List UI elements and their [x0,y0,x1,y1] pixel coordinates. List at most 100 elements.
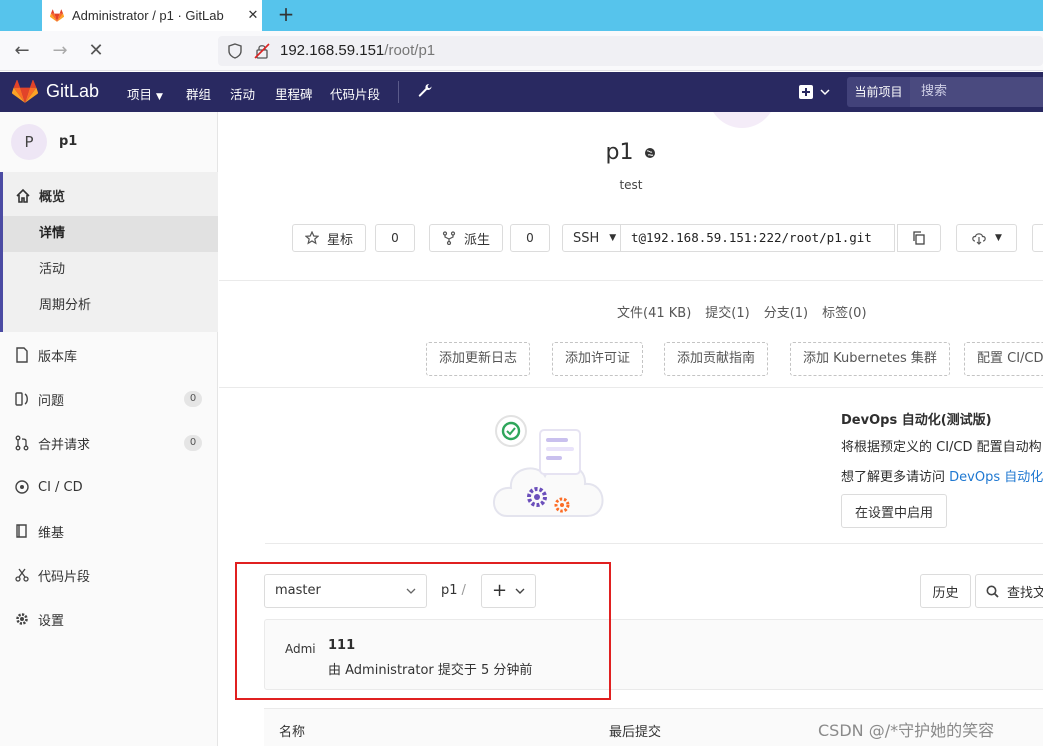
project-sidebar: P p1 概览 详情 活动 周期分析 版本库 问题 0 合并请求 0 CI / … [0,112,218,746]
shield-icon[interactable] [227,43,243,59]
project-name[interactable]: p1 [59,134,77,149]
sidebar-item-label: 维基 [38,525,65,541]
column-header-last-commit: 最后提交 [609,725,662,740]
gitlab-logo-icon[interactable] [12,80,38,104]
fork-count[interactable]: 0 [510,224,550,252]
caret-down-icon: ▼ [609,233,617,243]
chevron-down-icon: ▼ [156,92,163,102]
sidebar-item-settings[interactable]: 设置 [0,597,218,641]
sidebar-item-cycle-analytics[interactable]: 周期分析 [3,288,218,324]
gitlab-favicon-icon [50,8,64,22]
nav-groups[interactable]: 群组 [186,84,211,103]
home-icon [16,188,30,203]
tags-stat-link[interactable]: 标签(0) [822,306,866,321]
search-scope-badge[interactable]: 当前项目 [847,77,910,107]
devops-learn-more-text: 想了解更多请访问 [841,470,950,485]
browser-tab[interactable]: Administrator / p1 · GitLab ✕ [42,0,262,31]
nav-activity[interactable]: 活动 [230,84,255,103]
page-title: p1 [219,140,1043,165]
nav-milestones[interactable]: 里程碑 [275,84,313,103]
browser-nav-bar: ← → ✕ 192.168.59.151/root/p1 [0,31,1043,71]
fork-button[interactable]: 派生 [429,224,503,252]
cloud-download-icon [972,233,986,245]
star-button[interactable]: 星标 [292,224,366,252]
sidebar-item-activity[interactable]: 活动 [3,252,218,288]
gitlab-brand[interactable]: GitLab [46,81,99,102]
nav-snippets[interactable]: 代码片段 [330,84,380,103]
star-label: 星标 [326,232,353,248]
star-icon [304,231,319,245]
search-input[interactable]: 搜索 [910,77,1043,107]
enable-in-settings-button[interactable]: 在设置中启用 [841,494,947,528]
project-avatar[interactable]: P [11,124,47,160]
devops-description: 将根据预定义的 CI/CD 配置自动构 [841,440,1042,455]
address-bar[interactable]: 192.168.59.151/root/p1 [218,36,1043,66]
tab-title: Administrator / p1 · GitLab [72,8,224,23]
devops-docs-link[interactable]: DevOps 自动化 [949,470,1043,485]
nav-projects-label: 项目 [127,87,153,102]
close-tab-icon[interactable]: ✕ [244,8,262,23]
project-hero-avatar [708,112,776,128]
add-license-button[interactable]: 添加许可证 [552,342,644,376]
sidebar-item-label: CI / CD [38,479,83,495]
notification-dropdown[interactable] [1032,224,1043,252]
commits-stat-link[interactable]: 提交(1) [705,306,749,321]
sidebar-item-snippets[interactable]: 代码片段 [0,553,218,597]
sidebar-item-issues[interactable]: 问题 0 [0,377,218,421]
branches-stat-link[interactable]: 分支(1) [764,306,808,321]
back-arrow-icon[interactable]: ← [8,37,36,65]
clone-protocol-dropdown[interactable]: SSH ▼ [562,224,621,252]
sidebar-item-label: 合并请求 [38,437,91,453]
star-count[interactable]: 0 [375,224,415,252]
project-stats: 文件(41 KB) 提交(1) 分支(1) 标签(0) [617,302,881,321]
globe-icon [645,148,656,158]
sidebar-item-label: 问题 [38,393,65,409]
sidebar-item-details[interactable]: 详情 [3,216,218,252]
sidebar-overview-section: 概览 详情 活动 周期分析 [0,172,218,332]
scissors-icon [15,568,29,582]
divider [265,543,1043,544]
devops-illustration [493,415,604,517]
history-button[interactable]: 历史 [920,574,971,608]
doc-icon [16,347,28,363]
fork-icon [442,231,456,245]
download-dropdown[interactable]: ▼ [956,224,1017,252]
issues-count-badge: 0 [184,391,202,407]
annotation-highlight-box [235,562,611,700]
new-tab-button[interactable]: + [274,2,298,28]
wrench-icon[interactable] [416,82,434,100]
book-icon [16,524,27,538]
sidebar-item-label: 设置 [38,613,65,629]
caret-down-icon: ▼ [995,233,1002,243]
add-contributing-button[interactable]: 添加贡献指南 [664,342,769,376]
find-file-label: 查找文件 [1007,585,1043,601]
find-file-button[interactable]: 查找文件 [975,574,1043,608]
sidebar-item-repository[interactable]: 版本库 [0,333,218,377]
devops-title: DevOps 自动化(测试版) [841,413,992,428]
search-icon [986,585,999,598]
new-item-dropdown-icon[interactable] [798,83,832,101]
project-description: test [619,178,643,192]
csdn-watermark: CSDN @/*守护她的笑容 [818,721,995,740]
copy-url-button[interactable] [897,224,941,252]
add-changelog-button[interactable]: 添加更新日志 [426,342,531,376]
forward-arrow-icon[interactable]: → [46,37,74,65]
clone-url-input[interactable]: t@192.168.59.151:222/root/p1.git [620,224,895,252]
gear-icon [16,613,28,625]
files-stat-link[interactable]: 文件(41 KB) [617,306,691,321]
sidebar-item-merge-requests[interactable]: 合并请求 0 [0,421,218,465]
main-content: p1 test 星标 0 派生 0 SSH ▼ t@192.168.59.151… [219,112,1043,746]
divider [219,387,1043,388]
sidebar-item-overview[interactable]: 概览 [15,186,65,205]
sidebar-item-ci-cd[interactable]: CI / CD [0,465,218,509]
merge-requests-count-badge: 0 [184,435,202,451]
add-kubernetes-button[interactable]: 添加 Kubernetes 集群 [790,342,950,376]
divider [219,280,1043,281]
nav-projects[interactable]: 项目 ▼ [127,84,163,103]
stop-loading-icon[interactable]: ✕ [82,37,110,65]
sidebar-item-wiki[interactable]: 维基 [0,509,218,553]
copy-icon [913,231,925,245]
setup-ci-cd-button[interactable]: 配置 CI/CD [964,342,1043,376]
sidebar-item-label: 代码片段 [38,569,91,585]
insecure-lock-icon[interactable] [254,43,270,59]
